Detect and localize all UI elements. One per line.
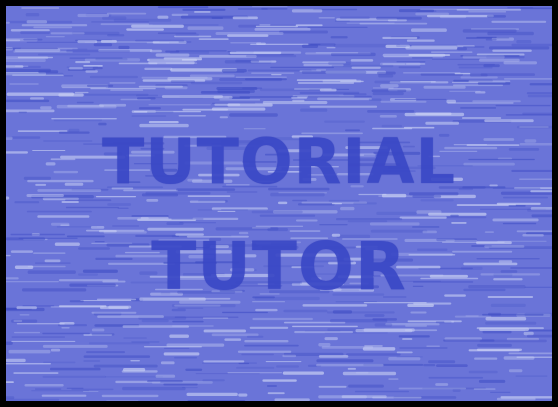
black-frame: TUTORIAL TUTOR [0, 0, 558, 407]
textured-blue-panel: TUTORIAL TUTOR [6, 6, 552, 401]
brushed-texture-background [6, 6, 552, 401]
title-line-2: TUTOR [151, 228, 407, 305]
title-line-1: TUTORIAL [102, 125, 456, 198]
